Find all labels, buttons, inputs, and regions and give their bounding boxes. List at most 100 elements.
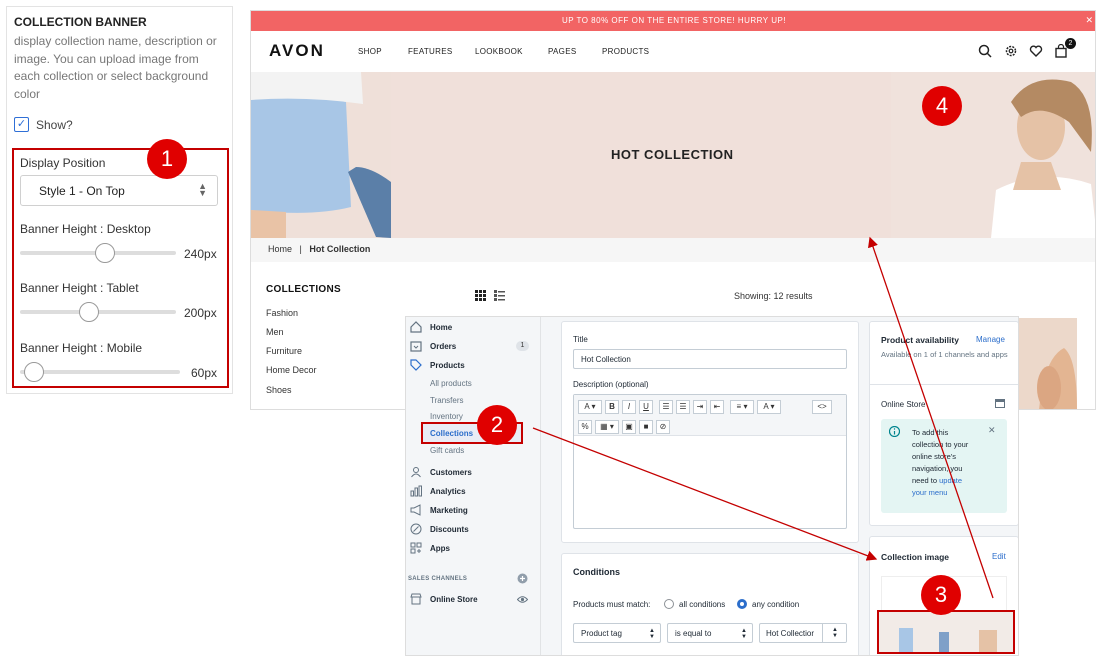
grid-view-icon[interactable]	[475, 290, 486, 301]
display-position-value: Style 1 - On Top	[39, 184, 125, 198]
conditions-card: Conditions Products must match: all cond…	[561, 553, 859, 655]
bullet-list-icon[interactable]: ☰	[659, 400, 673, 414]
nav-marketing[interactable]: Marketing	[430, 506, 468, 515]
home-icon	[410, 321, 422, 333]
search-icon[interactable]	[978, 44, 992, 58]
video-icon[interactable]: ■	[639, 420, 653, 434]
collection-link-home-decor[interactable]: Home Decor	[266, 365, 317, 375]
nav-inventory[interactable]: Inventory	[430, 412, 463, 421]
clear-format-icon[interactable]: ⊘	[656, 420, 670, 434]
slider-tablet-handle[interactable]	[79, 302, 99, 322]
nav-shop[interactable]: SHOP	[358, 47, 382, 56]
nav-products[interactable]: PRODUCTS	[602, 47, 649, 56]
product-thumbnail-image[interactable]	[1019, 318, 1077, 410]
image-icon[interactable]: ▣	[622, 420, 636, 434]
callout-badge-4: 4	[922, 86, 962, 126]
align-icon[interactable]: ≡ ▾	[730, 400, 754, 414]
any-condition-label: any condition	[752, 600, 800, 609]
description-label: Description (optional)	[573, 380, 649, 389]
nav-online-store[interactable]: Online Store	[430, 595, 478, 604]
edit-image-link[interactable]: Edit	[992, 552, 1006, 561]
banner-model-right-image	[891, 72, 1095, 238]
font-icon[interactable]: A ▾	[578, 400, 602, 414]
nav-analytics[interactable]: Analytics	[430, 487, 466, 496]
nav-discounts[interactable]: Discounts	[430, 525, 469, 534]
display-position-label: Display Position	[20, 156, 106, 170]
nav-features[interactable]: FEATURES	[408, 47, 452, 56]
nav-pages[interactable]: PAGES	[548, 47, 576, 56]
select-arrows-icon: ▲ ▼	[741, 628, 747, 640]
nav-gift-cards[interactable]: Gift cards	[430, 446, 464, 455]
results-count: Showing: 12 results	[734, 291, 813, 301]
slider-desktop-handle[interactable]	[95, 243, 115, 263]
table-icon[interactable]: ▦ ▾	[595, 420, 619, 434]
gear-icon[interactable]	[1004, 44, 1018, 58]
collection-link-furniture[interactable]: Furniture	[266, 346, 302, 356]
analytics-icon	[410, 485, 422, 497]
slider-mobile-track[interactable]	[20, 370, 180, 374]
italic-icon[interactable]: I	[622, 400, 636, 414]
underline-icon[interactable]: U	[639, 400, 653, 414]
nav-products[interactable]: Products	[430, 361, 465, 370]
availability-text: Available on 1 of 1 channels and apps	[881, 350, 1008, 359]
callout-badge-3: 3	[921, 575, 961, 615]
nav-lookbook[interactable]: LOOKBOOK	[475, 47, 523, 56]
marketing-icon	[410, 504, 421, 516]
outdent-icon[interactable]: ⇤	[710, 400, 724, 414]
orders-count-badge: 1	[516, 341, 529, 351]
text-color-icon[interactable]: A ▾	[757, 400, 781, 414]
slider-desktop-label: Banner Height : Desktop	[20, 222, 151, 236]
condition-value-input[interactable]: Hot Collectior ▲ ▼	[759, 623, 847, 643]
condition-operator-select[interactable]: is equal to ▲ ▼	[667, 623, 753, 643]
settings-description: display collection name, description or …	[14, 34, 217, 101]
promo-bar: UP TO 80% OFF ON THE ENTIRE STORE! HURRY…	[251, 11, 1095, 31]
close-icon[interactable]: ✕	[1085, 15, 1093, 26]
nav-collections[interactable]: Collections	[430, 429, 473, 438]
apps-icon	[410, 542, 422, 554]
bold-icon[interactable]: B	[605, 400, 619, 414]
list-view-icon[interactable]	[494, 290, 505, 301]
tag-icon	[410, 359, 422, 371]
title-input[interactable]: Hot Collection	[573, 349, 847, 369]
nav-apps[interactable]: Apps	[430, 544, 450, 553]
collection-link-men[interactable]: Men	[266, 327, 284, 337]
radio-all-conditions[interactable]	[664, 599, 674, 609]
store-logo[interactable]: AVON	[269, 41, 325, 61]
nav-customers[interactable]: Customers	[430, 468, 472, 477]
select-arrows-icon: ▲ ▼	[822, 624, 846, 642]
callout-badge-1: 1	[147, 139, 187, 179]
breadcrumb-home[interactable]: Home	[268, 244, 292, 254]
show-checkbox[interactable]: ✓	[14, 117, 29, 132]
nav-home[interactable]: Home	[430, 323, 452, 332]
display-position-select[interactable]: Style 1 - On Top ▲ ▼	[20, 175, 218, 206]
nav-all-products[interactable]: All products	[430, 379, 472, 388]
slider-tablet-label: Banner Height : Tablet	[20, 281, 139, 295]
indent-icon[interactable]: ⇥	[693, 400, 707, 414]
collection-link-shoes[interactable]: Shoes	[266, 385, 292, 395]
eye-icon[interactable]	[517, 595, 528, 604]
collection-link-fashion[interactable]: Fashion	[266, 308, 298, 318]
manage-link[interactable]: Manage	[976, 335, 1005, 344]
match-label: Products must match:	[573, 600, 651, 609]
nav-transfers[interactable]: Transfers	[430, 396, 464, 405]
cart-count-badge: 2	[1065, 38, 1076, 49]
numbered-list-icon[interactable]: ☰	[676, 400, 690, 414]
heart-icon[interactable]	[1029, 44, 1043, 58]
select-arrows-icon: ▲ ▼	[649, 628, 655, 640]
link-icon[interactable]: %	[578, 420, 592, 434]
banner-model-left-image	[251, 72, 391, 238]
slider-mobile-handle[interactable]	[24, 362, 44, 382]
settings-title: COLLECTION BANNER	[14, 15, 147, 29]
banner-title: HOT COLLECTION	[611, 147, 734, 162]
nav-orders[interactable]: Orders	[430, 342, 456, 351]
add-channel-icon[interactable]	[517, 573, 528, 584]
slider-desktop-value: 240px	[184, 247, 217, 261]
dismiss-close-icon[interactable]: ✕	[988, 425, 996, 436]
code-view-icon[interactable]: <>	[812, 400, 832, 414]
radio-any-condition[interactable]	[737, 599, 747, 609]
customers-icon	[411, 467, 421, 478]
breadcrumb: Home | Hot Collection	[251, 238, 1095, 262]
condition-field-select[interactable]: Product tag ▲ ▼	[573, 623, 661, 643]
calendar-icon[interactable]	[995, 398, 1005, 408]
slider-mobile-value: 60px	[191, 366, 218, 380]
